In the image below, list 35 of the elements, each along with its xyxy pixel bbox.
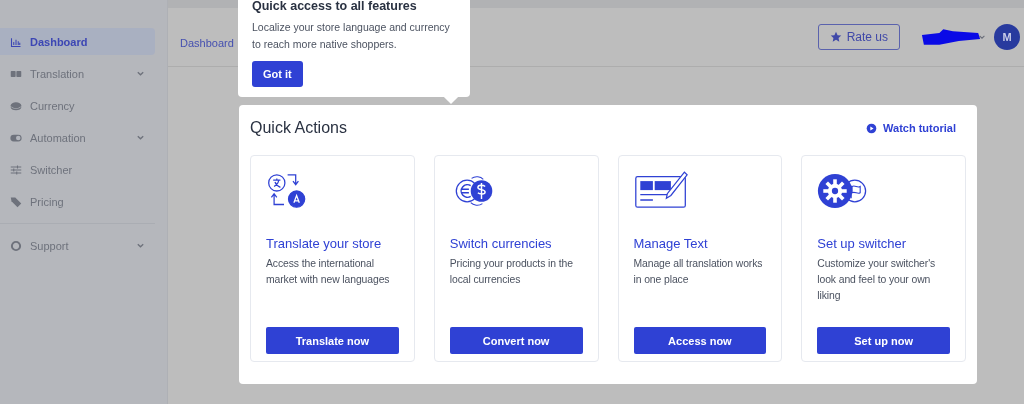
breadcrumb-link[interactable]: Dashboard	[180, 7, 234, 49]
card-action-button[interactable]: Access now	[633, 327, 767, 354]
watch-tutorial-link[interactable]: Watch tutorial	[866, 122, 956, 134]
lifebuoy-icon	[10, 239, 22, 252]
card-action-button[interactable]: Set up now	[817, 327, 950, 354]
sidebar-item[interactable]: Translation	[0, 60, 155, 87]
sidebar-item[interactable]: Automation	[0, 124, 155, 151]
card-action-button[interactable]: Convert now	[449, 327, 583, 354]
chart-icon	[10, 35, 22, 48]
card-title: Switch currencies	[449, 236, 553, 251]
card-description: Manage all translation works in one place	[633, 257, 764, 287]
sidebar-item[interactable]: Support	[0, 232, 155, 259]
card-title: Set up switcher	[817, 236, 908, 251]
card-description: Customize your switcher's look and feel to your own liking	[817, 257, 937, 303]
sidebar-item[interactable]: Currency	[0, 92, 155, 119]
sidebar-item[interactable]: Dashboard	[0, 28, 155, 55]
sliders-icon	[10, 163, 22, 176]
caret-icon[interactable]	[978, 33, 986, 41]
play-icon	[866, 122, 878, 134]
card-title: Translate your store	[266, 236, 383, 251]
got-it-button[interactable]: Got it	[252, 61, 303, 87]
card-action-button[interactable]: Translate now	[266, 327, 399, 354]
rate-button[interactable]: Rate us	[817, 24, 900, 50]
star-icon	[829, 31, 842, 43]
sidebar-item[interactable]: Pricing	[0, 188, 155, 215]
tag-icon	[10, 195, 22, 208]
card-title: Manage Text	[633, 236, 709, 251]
card-description: Pricing your products in the local currencies	[449, 257, 574, 287]
tooltip-title: Quick access to all features	[252, 0, 418, 12]
tooltip-text: Localize your store language and currency to reach more native shoppers.	[252, 20, 451, 52]
sidebar-item[interactable]: Switcher	[0, 156, 155, 183]
coin-icon	[10, 99, 22, 112]
panel-title: Quick Actions	[250, 119, 347, 137]
user-avatar[interactable]: M	[994, 24, 1020, 50]
card-description: Access the international market with new languages	[266, 257, 391, 287]
